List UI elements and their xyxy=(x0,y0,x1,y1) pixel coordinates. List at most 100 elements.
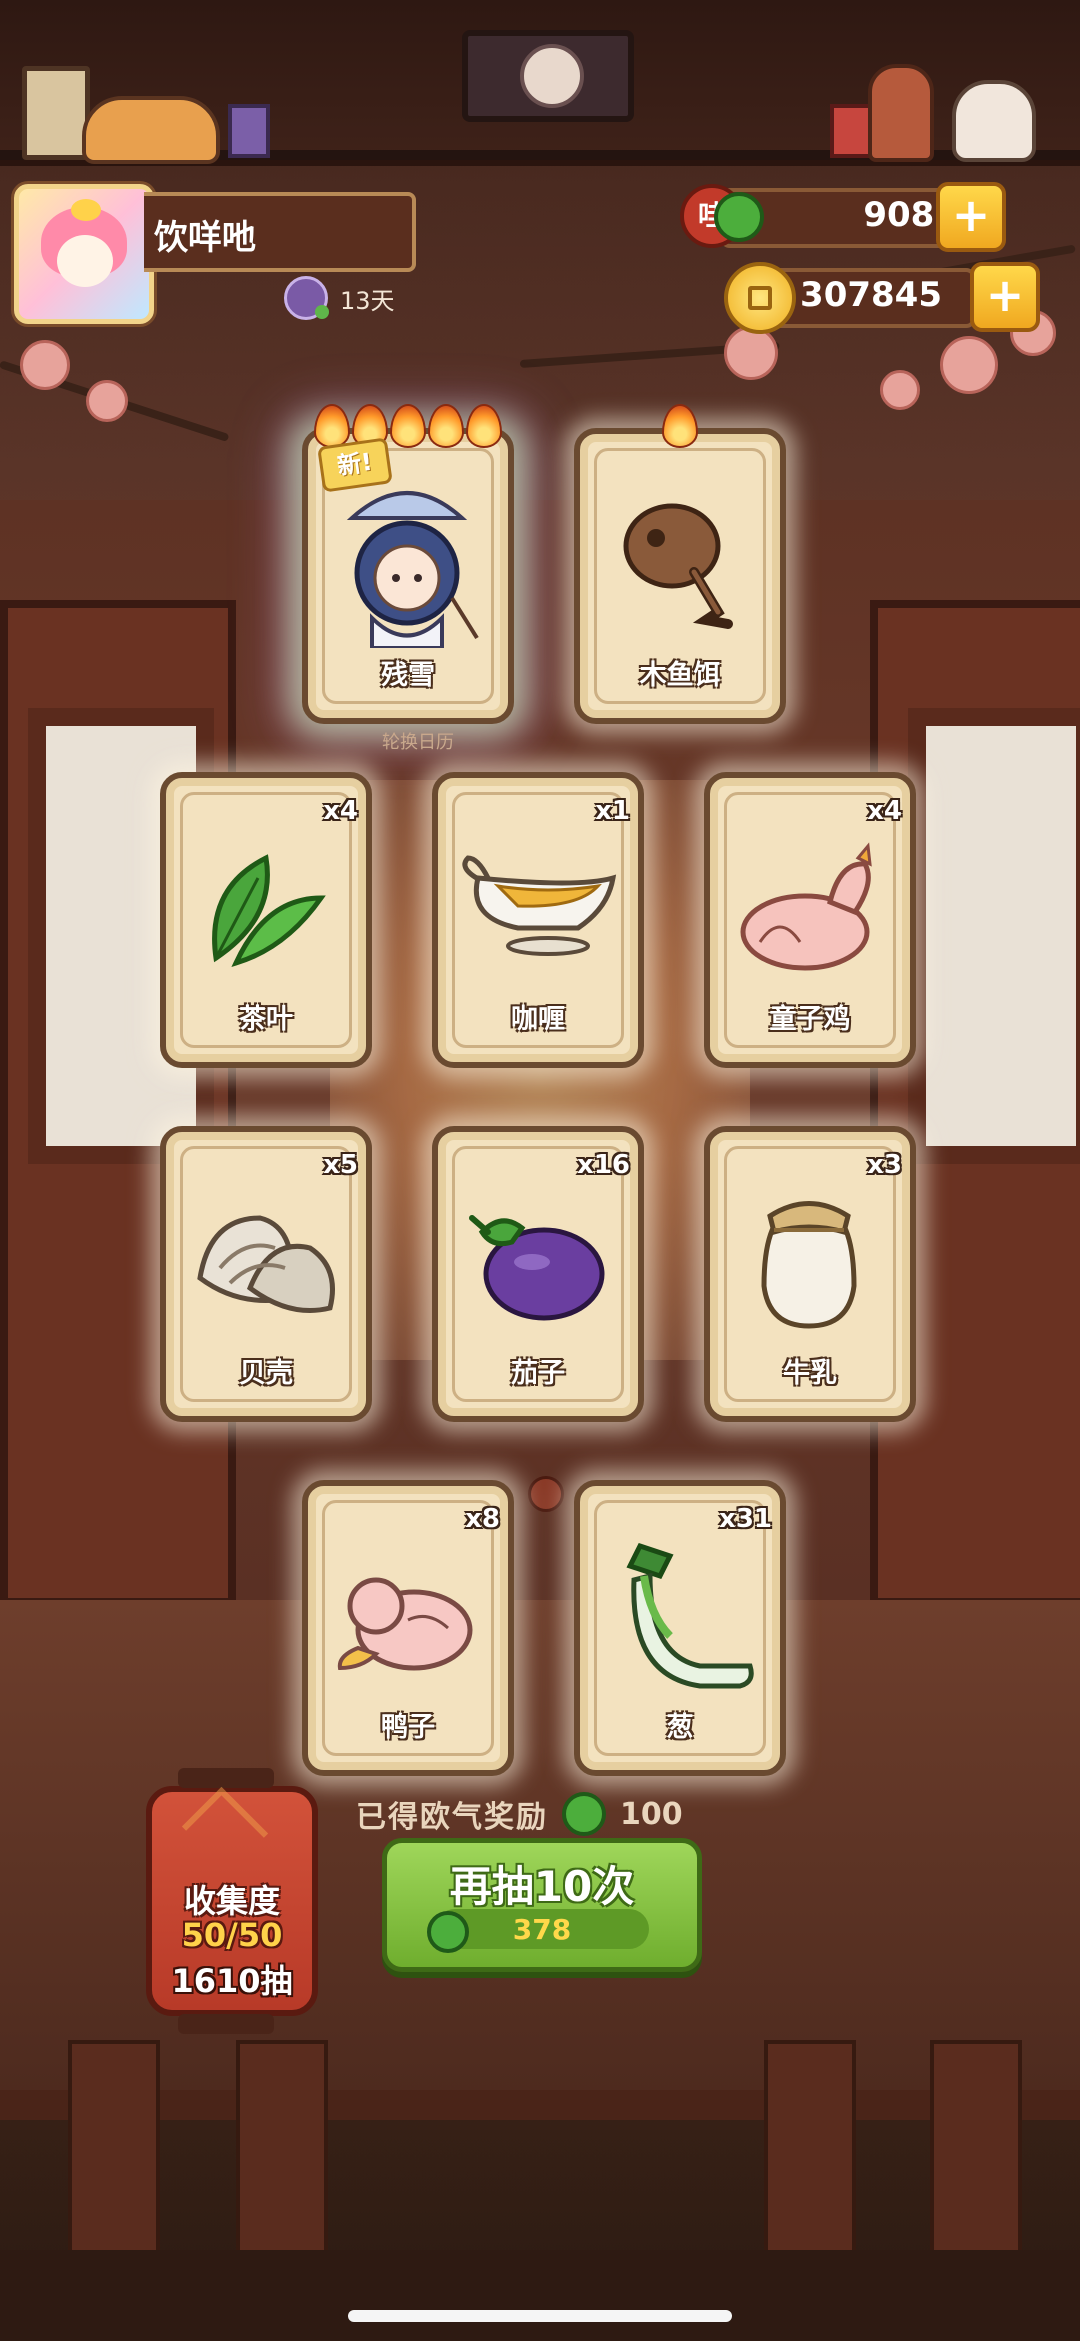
sleeping-cat-decoration xyxy=(82,96,220,164)
scallion-icon xyxy=(626,1542,754,1689)
flame-icon xyxy=(390,404,426,448)
blossom-flower xyxy=(724,326,778,380)
clam-shell-icon xyxy=(197,1215,335,1313)
login-days-value: 13天 xyxy=(340,286,395,315)
copper-coin-icon xyxy=(724,262,796,334)
card-tea-leaf[interactable]: x4 茶叶 xyxy=(160,772,372,1068)
bottom-band xyxy=(0,2250,1080,2341)
calendar-badge-icon xyxy=(284,276,329,320)
card-quantity: x8 xyxy=(465,1504,500,1534)
hanging-portrait-scroll xyxy=(462,30,634,122)
flame-icon xyxy=(428,404,464,448)
card-quantity: x5 xyxy=(323,1150,358,1180)
flame-icon xyxy=(314,404,350,448)
card-quantity: x4 xyxy=(867,796,902,826)
lantern-cap xyxy=(178,1768,274,1788)
doll-decoration xyxy=(868,64,934,162)
star-flames xyxy=(308,404,508,448)
card-name: 咖喱 xyxy=(511,1004,565,1035)
lantern-cap xyxy=(178,2014,274,2034)
featured-card-wooden-fish-bait[interactable]: 木鱼饵 xyxy=(574,404,786,724)
card-quantity: x16 xyxy=(577,1150,630,1180)
featured-card-cansue[interactable]: 新! 残雪 xyxy=(302,404,514,724)
fence-post xyxy=(68,2040,160,2268)
card-name: 茄子 xyxy=(511,1358,565,1389)
currency-jade: 9082 哇 + xyxy=(680,182,1020,252)
scroll-portrait-face xyxy=(520,44,584,108)
blossom-flower xyxy=(940,336,998,394)
total-draws: 1610抽 xyxy=(171,1962,293,2000)
flame-icon xyxy=(466,404,502,448)
curry-gravy-boat-icon xyxy=(462,855,617,956)
card-name: 木鱼饵 xyxy=(639,660,721,691)
avatar-bow xyxy=(71,199,101,221)
login-days: 13天 xyxy=(284,276,395,320)
jade-coin-icon xyxy=(714,192,764,242)
wa-jade-icon: 哇 xyxy=(680,176,764,252)
eggplant-icon xyxy=(469,1215,605,1321)
card-name: 童子鸡 xyxy=(769,1004,851,1035)
left-lattice-door xyxy=(0,600,236,1606)
fence-post xyxy=(236,2040,328,2268)
fence-post xyxy=(930,2040,1022,2268)
door-pane xyxy=(908,708,1080,1164)
purple-cup-decoration xyxy=(228,104,270,158)
luck-reward-line: 已得欧气奖励 100 xyxy=(356,1792,683,1836)
red-cup-decoration xyxy=(830,104,872,158)
card-name: 残雪 xyxy=(381,660,435,691)
home-indicator[interactable] xyxy=(348,2310,732,2322)
right-lattice-door xyxy=(870,600,1080,1606)
card-name: 鸭子 xyxy=(381,1712,435,1743)
card-milk[interactable]: x3 牛乳 xyxy=(704,1126,916,1422)
player-name-plate: 饮咩吔 xyxy=(144,192,416,272)
coin-amount: 307845 xyxy=(800,275,942,315)
add-jade-button[interactable]: + xyxy=(936,182,1006,252)
draw-cost: 378 xyxy=(427,1909,649,1953)
draw-cost-value: 378 xyxy=(512,1913,572,1946)
white-cat-decoration xyxy=(952,80,1036,162)
card-clam-shell[interactable]: x5 贝壳 xyxy=(160,1126,372,1422)
card-curry[interactable]: x1 咖喱 xyxy=(432,772,644,1068)
jade-coin-icon xyxy=(562,1792,606,1836)
blossom-flower xyxy=(20,340,70,390)
card-duck[interactable]: x8 鸭子 xyxy=(302,1480,514,1776)
card-name: 茶叶 xyxy=(239,1004,293,1035)
card-spring-chicken[interactable]: x4 童子鸡 xyxy=(704,772,916,1068)
star-flames xyxy=(580,404,780,448)
add-coins-button[interactable]: + xyxy=(970,262,1040,332)
spring-chicken-icon xyxy=(740,842,872,971)
paw-box-decoration xyxy=(22,66,90,160)
card-quantity: x3 xyxy=(867,1150,902,1180)
card-eggplant[interactable]: x16 茄子 xyxy=(432,1126,644,1422)
luck-reward-label: 已得欧气奖励 xyxy=(356,1800,548,1835)
card-name: 葱 xyxy=(666,1712,694,1743)
tea-leaf-icon xyxy=(212,854,326,967)
draw-ten-again-button[interactable]: 再抽10次 378 xyxy=(382,1838,702,1972)
player-avatar[interactable] xyxy=(14,184,154,324)
player-name: 饮咩吔 xyxy=(154,218,256,258)
fence-rail xyxy=(0,2090,1080,2120)
lantern-roof-pattern xyxy=(181,1786,269,1874)
card-quantity: x31 xyxy=(719,1504,772,1534)
currency-coins: 307845 + xyxy=(724,262,1040,334)
luck-reward-value: 100 xyxy=(620,1796,683,1832)
blossom-flower xyxy=(880,370,920,410)
draw-button-label: 再抽10次 xyxy=(449,1862,635,1911)
decorative-pin xyxy=(528,1476,564,1512)
featured-card-caption: 轮换日历 xyxy=(382,732,454,753)
avatar-face xyxy=(57,235,113,287)
card-quantity: x1 xyxy=(595,796,630,826)
milk-jar-icon xyxy=(761,1201,857,1329)
flame-icon xyxy=(662,404,698,448)
card-name: 牛乳 xyxy=(783,1358,837,1389)
paper-umbrella-girl-icon xyxy=(346,491,479,648)
duck-icon xyxy=(337,1577,473,1671)
card-quantity: x4 xyxy=(323,796,358,826)
card-scallion[interactable]: x31 葱 xyxy=(574,1480,786,1776)
fence-post xyxy=(764,2040,856,2268)
new-badge-label: 新 xyxy=(335,449,364,481)
collection-progress: 50/50 xyxy=(181,1916,283,1954)
collection-lantern-button[interactable]: 收集度 50/50 1610抽 xyxy=(146,1768,318,2034)
wooden-fish-bait-icon xyxy=(623,503,733,629)
blossom-flower xyxy=(86,380,128,422)
